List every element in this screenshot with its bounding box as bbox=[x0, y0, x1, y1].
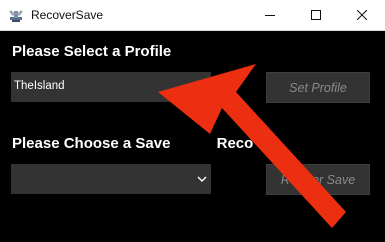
save-heading: Please Choose a Save Reco bbox=[12, 135, 253, 152]
recover-save-label: Rover Save bbox=[280, 172, 356, 187]
save-heading-start: Please Choose a Save bbox=[12, 135, 171, 152]
recover-save-button[interactable]: Rover Save bbox=[266, 164, 370, 195]
save-heading-end: Reco bbox=[216, 135, 254, 152]
title-bar: RecoverSave bbox=[0, 0, 385, 31]
close-button[interactable] bbox=[339, 0, 385, 30]
red-arrow-icon bbox=[158, 64, 346, 228]
save-dropdown[interactable] bbox=[11, 164, 211, 194]
minimize-button[interactable] bbox=[247, 0, 293, 30]
maximize-icon bbox=[311, 10, 321, 20]
chevron-down-icon bbox=[197, 176, 207, 182]
close-icon bbox=[357, 10, 367, 20]
set-profile-label: Set Profile bbox=[289, 80, 347, 95]
set-profile-button[interactable]: Set Profile bbox=[266, 72, 370, 103]
chevron-down-icon bbox=[197, 84, 207, 90]
profile-dropdown[interactable]: TheIsland bbox=[11, 72, 211, 102]
profile-heading: Please Select a Profile bbox=[12, 43, 172, 60]
profile-dropdown-value: TheIsland bbox=[14, 80, 65, 92]
tool-icon bbox=[9, 10, 23, 22]
window-title: RecoverSave bbox=[31, 8, 104, 22]
maximize-button[interactable] bbox=[293, 0, 339, 30]
minimize-icon bbox=[265, 15, 275, 16]
